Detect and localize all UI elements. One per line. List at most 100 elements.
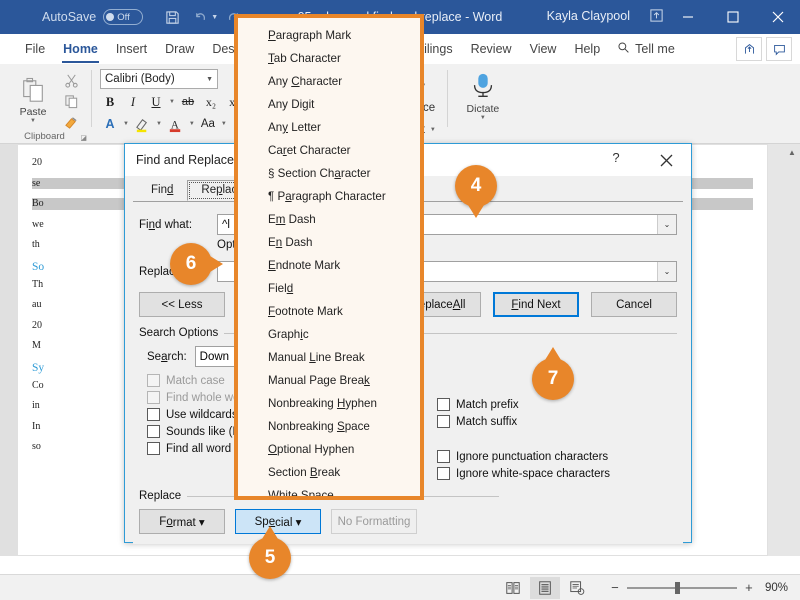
font-color-dropdown-icon[interactable]: ▼ (189, 121, 195, 127)
undo-dropdown-icon[interactable]: ▼ (211, 14, 218, 21)
text-highlight-color-icon[interactable] (132, 114, 153, 134)
format-painter-icon[interactable] (59, 112, 83, 132)
bold-button[interactable]: B (100, 92, 120, 112)
tab-help[interactable]: Help (565, 34, 609, 64)
menu-item-manual-line-break[interactable]: Manual Line Break (238, 346, 420, 369)
share-icon[interactable] (736, 37, 762, 61)
text-effects-button[interactable]: A (100, 114, 120, 134)
change-case-button[interactable]: Aa (198, 114, 218, 134)
tab-insert[interactable]: Insert (107, 34, 156, 64)
chevron-down-icon[interactable]: ⌄ (657, 215, 676, 234)
checkbox-box[interactable] (147, 425, 160, 438)
format-button[interactable]: Fo rmat ▾ (139, 509, 225, 534)
maximize-button[interactable] (710, 0, 755, 34)
autosave-toggle[interactable]: AutoSave Off (42, 9, 144, 25)
checkbox-box[interactable] (147, 374, 160, 387)
subscript-button[interactable]: x₂ (201, 92, 221, 112)
highlight-dropdown-icon[interactable]: ▼ (156, 121, 162, 127)
menu-item-en-dash[interactable]: En Dash (238, 231, 420, 254)
comments-icon[interactable] (766, 37, 792, 61)
chevron-down-icon[interactable]: ⌄ (657, 262, 676, 281)
select-dropdown-icon[interactable]: ▼ (430, 127, 436, 133)
tab-draw[interactable]: Draw (156, 34, 203, 64)
zoom-out-button[interactable]: − (610, 580, 620, 595)
checkbox-box[interactable] (437, 450, 450, 463)
cancel-button[interactable]: Cancel (591, 292, 677, 317)
strikethrough-button[interactable]: ab (178, 92, 198, 112)
menu-item-optional-hyphen[interactable]: Optional Hyphen (238, 438, 420, 461)
checkbox-box[interactable] (437, 467, 450, 480)
font-name-combobox[interactable]: Calibri (Body) ▼ (100, 69, 218, 89)
change-case-dropdown-icon[interactable]: ▼ (221, 121, 227, 127)
menu-item-manual-page-break[interactable]: Manual Page Break (238, 369, 420, 392)
checkbox-box[interactable] (147, 408, 160, 421)
menu-item-section-break[interactable]: Section Break (238, 461, 420, 484)
zoom-in-button[interactable]: + (744, 580, 754, 595)
vertical-scrollbar[interactable]: ▲ (784, 144, 800, 556)
menu-item-caret-character[interactable]: Caret Character (238, 139, 420, 162)
less-button[interactable]: << Less (139, 292, 225, 317)
menu-item-graphic[interactable]: Graphic (238, 323, 420, 346)
web-layout-icon[interactable] (562, 577, 592, 599)
zoom-thumb[interactable] (674, 581, 680, 594)
dialog-close-button[interactable] (649, 148, 683, 172)
italic-button[interactable]: I (123, 92, 143, 112)
paste-button[interactable]: Paste ▼ (10, 77, 56, 124)
menu-item-nonbreaking-space[interactable]: Nonbreaking Space (238, 415, 420, 438)
read-mode-icon[interactable] (498, 577, 528, 599)
menu-item-footnote-mark[interactable]: Footnote Mark (238, 300, 420, 323)
underline-button[interactable]: U (146, 92, 166, 112)
zoom-track[interactable] (626, 581, 737, 594)
paste-dropdown-icon[interactable]: ▼ (30, 118, 36, 124)
tab-home[interactable]: Home (54, 34, 107, 64)
menu-item-paragraph-character[interactable]: ¶ Paragraph Character (238, 185, 420, 208)
minimize-button[interactable] (665, 0, 710, 34)
help-icon[interactable]: ? (603, 150, 629, 165)
checkbox-box[interactable] (437, 415, 450, 428)
cut-icon[interactable] (59, 70, 83, 90)
autosave-switch[interactable]: Off (103, 9, 144, 25)
tab-view[interactable]: View (521, 34, 566, 64)
dialog-tab-find[interactable]: Find (137, 180, 187, 201)
menu-item-white-space[interactable]: White Space (238, 484, 420, 496)
checkbox-ignore-punctuation[interactable]: Ignore punctuation characters (437, 450, 694, 463)
menu-item-nonbreaking-hyphen[interactable]: Nonbreaking Hyphen (238, 392, 420, 415)
copy-icon[interactable] (59, 91, 83, 111)
menu-item-any-letter[interactable]: Any Letter (238, 116, 420, 139)
checkbox-match-prefix[interactable]: Match prefix (437, 398, 694, 411)
menu-item-endnote-mark[interactable]: Endnote Mark (238, 254, 420, 277)
scroll-up-icon[interactable]: ▲ (784, 144, 800, 160)
user-account-name[interactable]: Kayla Claypool (547, 9, 630, 23)
clipboard-dialog-launcher-icon[interactable]: ◪ (80, 134, 87, 142)
menu-item-any-character[interactable]: Any Character (238, 70, 420, 93)
font-color-icon[interactable]: A (165, 114, 186, 134)
undo-icon[interactable] (187, 5, 213, 29)
close-button[interactable] (755, 0, 800, 34)
menu-item-em-dash[interactable]: Em Dash (238, 208, 420, 231)
zoom-level-label[interactable]: 90% (765, 582, 788, 594)
menu-item-paragraph-mark[interactable]: Paragraph Mark (238, 24, 420, 47)
callout-badge-5: 5 (249, 526, 291, 579)
ribbon-display-options-icon[interactable] (649, 8, 664, 28)
checkbox-box[interactable] (437, 398, 450, 411)
menu-item-section-character[interactable]: § Section Character (238, 162, 420, 185)
text-effects-dropdown-icon[interactable]: ▼ (123, 121, 129, 127)
checkbox-ignore-whitespace[interactable]: Ignore white-space characters (437, 467, 694, 480)
checkbox-match-suffix[interactable]: Match suffix (437, 415, 694, 428)
tab-file[interactable]: File (16, 34, 54, 64)
tell-me-search[interactable]: Tell me (617, 41, 675, 57)
checkbox-box[interactable] (147, 442, 160, 455)
special-button[interactable]: Sp e cial ▾ (235, 509, 321, 534)
dictate-dropdown-icon[interactable]: ▼ (480, 115, 486, 121)
find-next-button[interactable]: Find Next (493, 292, 579, 317)
zoom-slider[interactable]: − + (610, 580, 754, 595)
menu-item-tab-character[interactable]: Tab Character (238, 47, 420, 70)
underline-dropdown-icon[interactable]: ▼ (169, 99, 175, 105)
menu-item-field[interactable]: Field (238, 277, 420, 300)
tab-review[interactable]: Review (462, 34, 521, 64)
dictate-button[interactable]: Dictate ▼ (456, 67, 510, 121)
checkbox-box[interactable] (147, 391, 160, 404)
print-layout-icon[interactable] (529, 576, 560, 599)
menu-item-any-digit[interactable]: Any Digit (238, 93, 420, 116)
save-icon[interactable] (159, 5, 185, 29)
